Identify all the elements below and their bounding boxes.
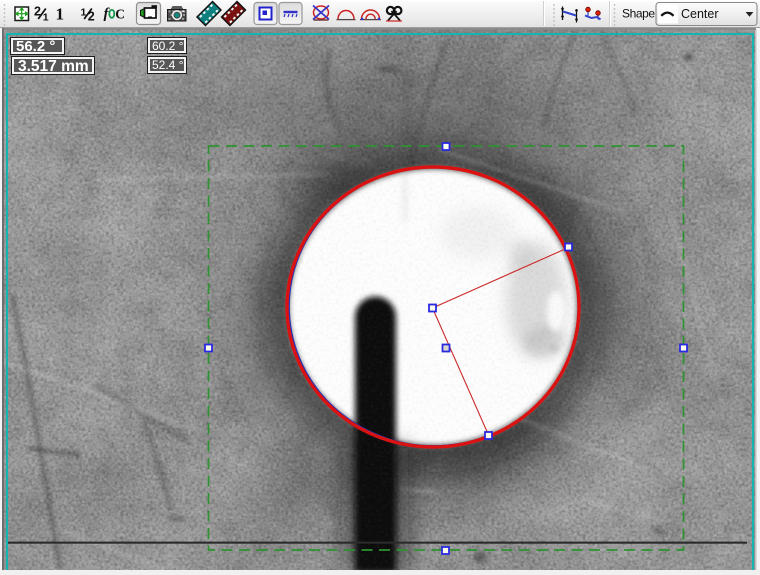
svg-text:1: 1 xyxy=(43,12,49,24)
svg-text:Shape: Shape xyxy=(622,7,655,21)
svg-text:Center: Center xyxy=(681,7,719,21)
svg-text:1: 1 xyxy=(56,5,65,24)
svg-text:2: 2 xyxy=(88,10,95,24)
svg-text:C: C xyxy=(115,7,125,22)
